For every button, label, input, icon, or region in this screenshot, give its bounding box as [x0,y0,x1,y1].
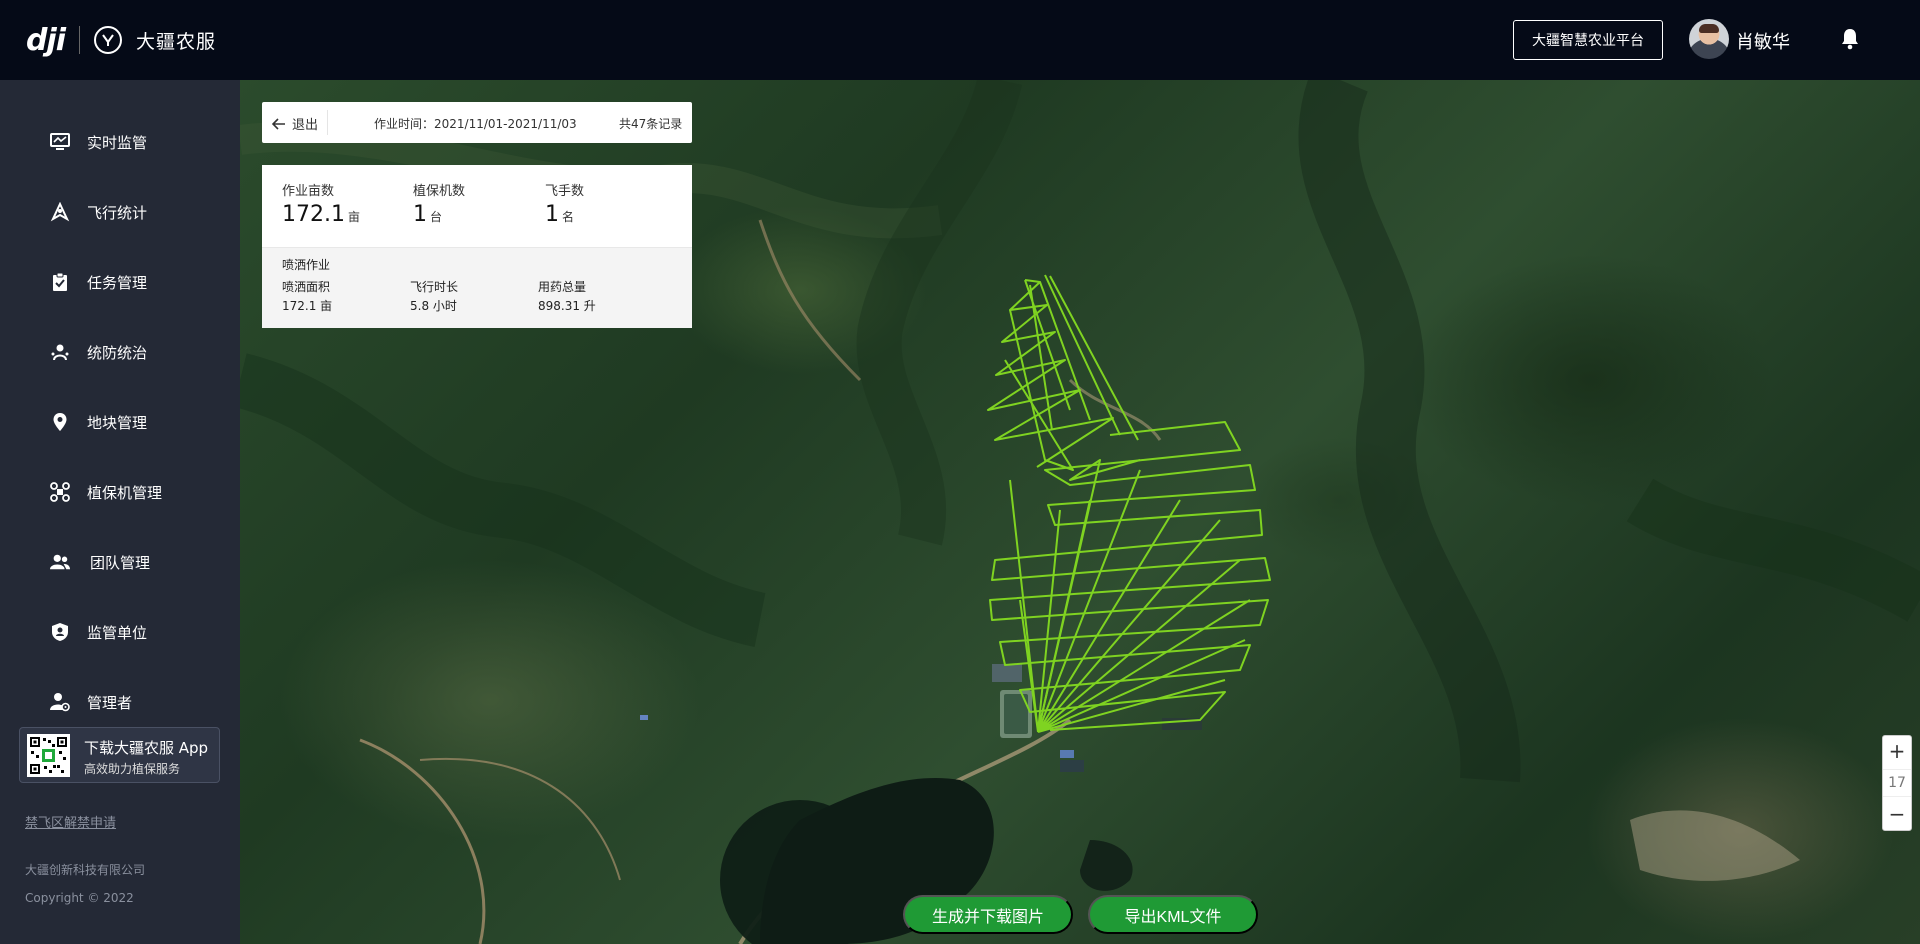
brand-name: 大疆农服 [136,30,217,53]
pesticide-total: 用药总量 898.31 升 [538,278,596,316]
stat-label: 作业亩数 [282,184,335,199]
stats-panel: 作业亩数 172.1 亩 植保机数 1台 飞手数 1名 喷洒作业 喷洒面积 172… [262,165,692,328]
stat-value: 1 [413,202,427,227]
sidebar-item-task-management[interactable]: 任务管理 [0,255,240,309]
arrow-left-icon [272,117,285,130]
company-name: 大疆创新科技有限公司 [25,863,146,877]
spray-area: 喷洒面积 172.1 亩 [282,278,332,316]
app-card-title: 下载大疆农服 App [84,739,209,757]
sidebar-item-label: 统防统治 [87,343,148,362]
shield-icon [50,622,70,642]
sidebar-item-label: 任务管理 [87,273,148,292]
exit-button[interactable]: 退出 [272,114,318,133]
stat-label: 飞手数 [545,184,585,199]
work-time: 作业时间：2021/11/01-2021/11/03 [374,117,577,131]
sidebar-item-flight-stats[interactable]: 飞行统计 [0,185,240,239]
flight-duration: 飞行时长 5.8 小时 [410,278,458,316]
sidebar-item-label: 实时监管 [87,133,148,152]
flight-duration-value: 5.8 小时 [410,299,457,313]
stat-unit: 台 [430,210,443,224]
clipboard-icon [50,272,70,292]
generate-download-image-button[interactable]: 生成并下载图片 [903,895,1073,934]
sidebar-item-label: 监管单位 [87,623,148,642]
user-name[interactable]: 肖敏华 [1736,28,1790,54]
team-icon [50,552,70,572]
sidebar-item-label: 地块管理 [87,413,148,432]
monitor-icon [50,132,70,152]
stat-unit: 名 [562,210,575,224]
admin-icon [50,692,70,712]
exit-label: 退出 [292,118,319,133]
smart-agriculture-platform-button[interactable]: 大疆智慧农业平台 [1513,20,1663,60]
drone-icon [50,482,70,502]
app-card-subtitle: 高效助力植保服务 [84,762,181,776]
bell-icon[interactable] [1838,26,1862,52]
record-count: 共47条记录 [619,117,683,131]
sidebar-item-label: 团队管理 [90,553,151,572]
pest-control-icon [50,342,70,362]
stat-work-area: 作业亩数 172.1 亩 [282,180,360,227]
spray-area-value: 172.1 亩 [282,299,333,313]
zoom-out-button[interactable]: − [1883,799,1911,829]
logo[interactable]: dji 大疆农服 [26,22,216,58]
export-kml-button[interactable]: 导出KML文件 [1088,895,1258,934]
work-info-header: 退出 作业时间：2021/11/01-2021/11/03 共47条记录 [262,102,692,143]
sidebar: 实时监管 飞行统计 任务管理 统防统治 地块管理 植保机管理 团队管理 监管单位… [0,80,240,944]
stat-unit: 亩 [347,210,360,224]
sidebar-item-administrator[interactable]: 管理者 [0,675,240,729]
pesticide-total-label: 用药总量 [538,280,587,294]
sidebar-item-team-management[interactable]: 团队管理 [0,535,240,589]
spray-section: 喷洒作业 喷洒面积 172.1 亩 飞行时长 5.8 小时 用药总量 898.3… [262,247,692,328]
sidebar-item-label: 飞行统计 [87,203,148,222]
sidebar-item-pest-control[interactable]: 统防统治 [0,325,240,379]
zoom-in-button[interactable]: + [1883,736,1911,766]
spray-title: 喷洒作业 [282,258,331,272]
location-pin-icon [50,412,70,432]
copyright-text: Copyright © 2022 [25,891,134,905]
logo-divider [79,26,81,54]
stat-value: 172.1 [282,202,345,227]
download-app-card[interactable]: 下载大疆农服 App 高效助力植保服务 [19,727,220,783]
nofly-unlock-link[interactable]: 禁飞区解禁申请 [25,812,116,831]
sidebar-item-label: 植保机管理 [87,483,163,502]
header-divider [327,110,328,135]
sidebar-item-drone-management[interactable]: 植保机管理 [0,465,240,519]
flight-stats-icon [50,202,70,222]
brand-icon [94,26,123,54]
stat-value: 1 [545,202,559,227]
dji-logo: dji [26,22,66,58]
stat-pilot-count: 飞手数 1名 [545,180,584,227]
qr-code [27,734,70,777]
stat-drone-count: 植保机数 1台 [413,180,465,227]
spray-area-label: 喷洒面积 [282,280,331,294]
sidebar-item-field-management[interactable]: 地块管理 [0,395,240,449]
stat-label: 植保机数 [413,184,466,199]
zoom-level: 17 [1883,769,1911,797]
sidebar-item-label: 管理者 [87,693,133,712]
zoom-control: + 17 − [1882,735,1912,831]
sidebar-item-realtime-monitoring[interactable]: 实时监管 [0,115,240,169]
pesticide-total-value: 898.31 升 [538,299,596,313]
top-bar: dji 大疆农服 大疆智慧农业平台 肖敏华 [0,0,1920,80]
flight-duration-label: 飞行时长 [410,280,459,294]
sidebar-item-regulator[interactable]: 监管单位 [0,605,240,659]
avatar[interactable] [1689,19,1729,59]
